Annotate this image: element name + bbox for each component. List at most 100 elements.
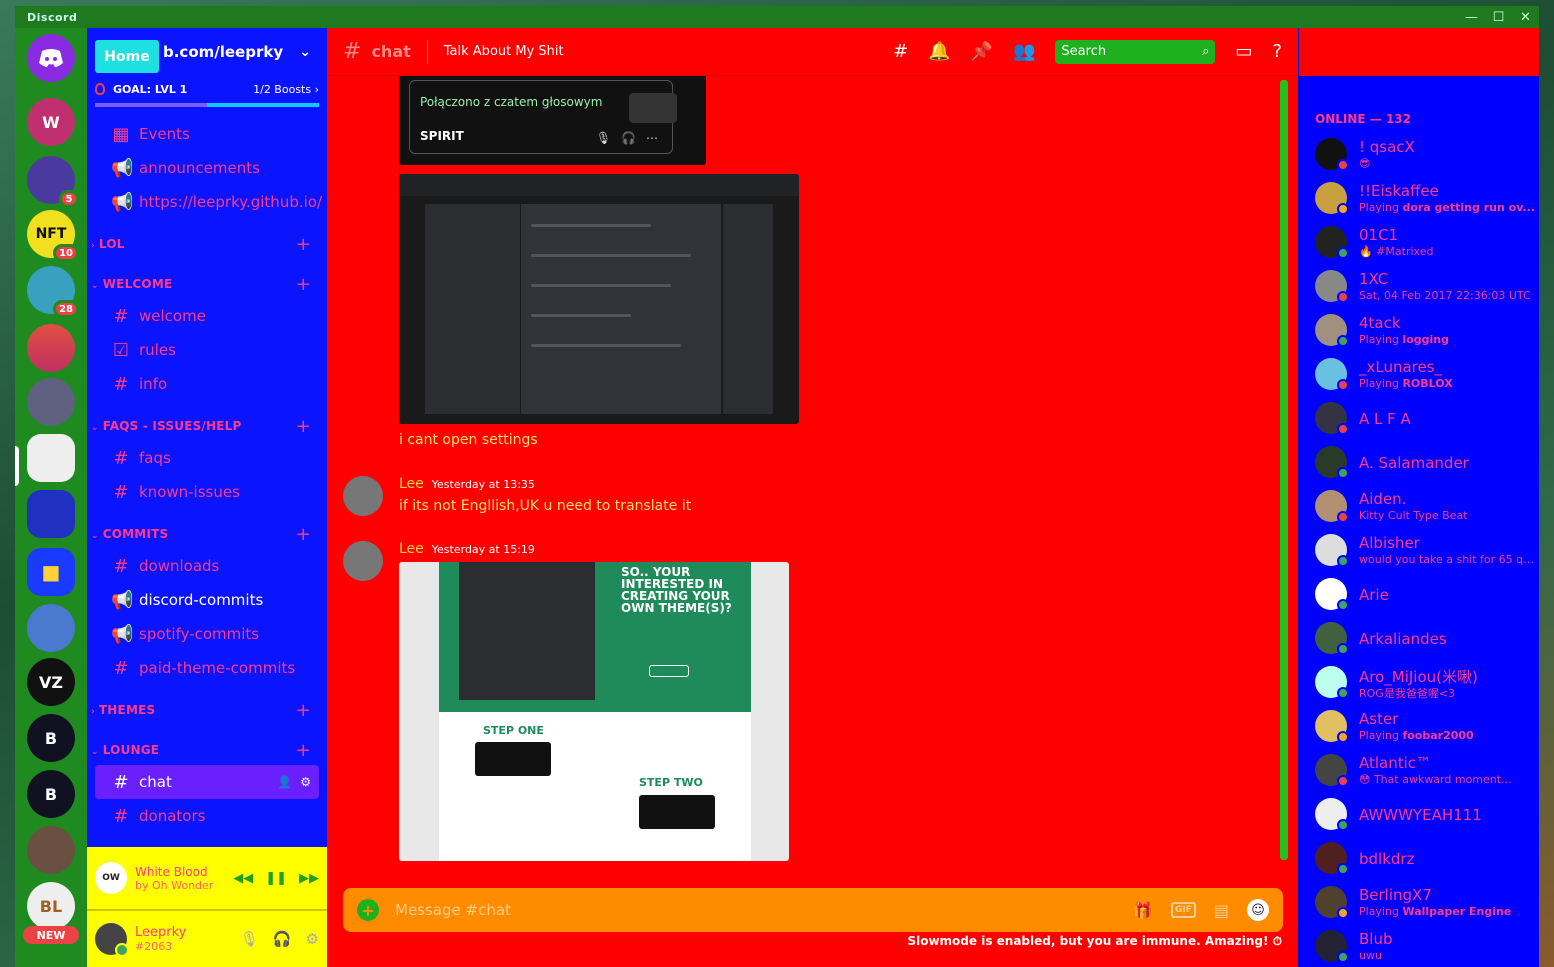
- threads-icon[interactable]: #: [893, 41, 908, 62]
- sidebar-item[interactable]: ▦ Events: [95, 117, 319, 151]
- category-header[interactable]: ⌄ WELCOME +: [87, 259, 327, 299]
- add-channel-icon[interactable]: +: [296, 702, 311, 720]
- close-button[interactable]: ✕: [1512, 6, 1539, 28]
- members-icon[interactable]: 👥: [1013, 41, 1035, 62]
- microphone-icon[interactable]: 🎙: [240, 930, 259, 948]
- bell-icon[interactable]: 🔔: [928, 41, 950, 62]
- voice-screenshot-attachment[interactable]: Połączono z czatem głosowym SPIRIT 🎙 🎧 ⋯: [399, 76, 706, 165]
- member-item[interactable]: 01C1 🔥 #Matrixed: [1315, 224, 1535, 268]
- server-icon[interactable]: B: [27, 770, 75, 818]
- channel-topic[interactable]: Talk About My Shit: [444, 44, 564, 59]
- member-item[interactable]: Blub uwu: [1315, 928, 1535, 967]
- gift-icon[interactable]: 🎁: [1133, 901, 1153, 920]
- channel-downloads[interactable]: # downloads: [95, 549, 319, 583]
- member-item[interactable]: Aiden. Kitty Cult Type Beat: [1315, 488, 1535, 532]
- maximize-button[interactable]: ☐: [1485, 6, 1512, 28]
- upload-plus-icon[interactable]: +: [357, 899, 379, 921]
- add-channel-icon[interactable]: +: [296, 418, 311, 436]
- previous-track-icon[interactable]: ◀◀: [233, 871, 253, 886]
- channel-chat[interactable]: # chat 👤 ⚙: [95, 765, 319, 799]
- username[interactable]: Leeprky: [135, 925, 186, 940]
- channel-info[interactable]: # info: [95, 367, 319, 401]
- server-icon[interactable]: VZ: [27, 658, 75, 706]
- sticker-icon[interactable]: ▤: [1214, 901, 1229, 920]
- server-icon[interactable]: [27, 378, 75, 426]
- server-icon[interactable]: [27, 604, 75, 652]
- server-icon[interactable]: [27, 826, 75, 874]
- message-author[interactable]: Lee: [399, 476, 424, 492]
- member-item[interactable]: AWWWYEAH111: [1315, 796, 1535, 840]
- server-icon[interactable]: B: [27, 714, 75, 762]
- invite-icon[interactable]: 👤: [277, 775, 292, 789]
- member-item[interactable]: _xLunares_ Playing ROBLOX: [1315, 356, 1535, 400]
- server-icon[interactable]: 5: [27, 156, 79, 208]
- server-icon[interactable]: W: [27, 98, 75, 146]
- message-input[interactable]: Message #chat: [395, 901, 511, 919]
- server-icon[interactable]: 28: [27, 266, 79, 318]
- member-item[interactable]: 4tack Playing logging: [1315, 312, 1535, 356]
- scrollbar-thumb[interactable]: [1280, 80, 1288, 860]
- channel-welcome[interactable]: # welcome: [95, 299, 319, 333]
- theme-guide-attachment[interactable]: SO.. YOUR INTERESTED IN CREATING YOUR OW…: [399, 562, 789, 861]
- gear-icon[interactable]: ⚙: [306, 930, 319, 948]
- category-header[interactable]: ⌄ FAQS - ISSUES/HELP +: [87, 401, 327, 441]
- member-item[interactable]: Aro_MiJiou(米啾) ROG是我爸爸喔<3: [1315, 664, 1535, 708]
- member-item[interactable]: !!Eiskaffee Playing dora getting run ov..…: [1315, 180, 1535, 224]
- channel-paid-theme-commits[interactable]: # paid-theme-commits: [95, 651, 319, 685]
- headphones-icon[interactable]: 🎧: [273, 930, 292, 948]
- help-icon[interactable]: ?: [1272, 41, 1282, 62]
- avatar[interactable]: [343, 541, 383, 581]
- next-track-icon[interactable]: ▶▶: [299, 871, 319, 886]
- sidebar-item[interactable]: 📢 https://leeprky.github.io/: [95, 185, 322, 219]
- inbox-icon[interactable]: ▭: [1235, 41, 1252, 62]
- server-icon[interactable]: [27, 324, 75, 372]
- member-item[interactable]: Aster Playing foobar2000: [1315, 708, 1535, 752]
- member-item[interactable]: Arkaliandes: [1315, 620, 1535, 664]
- channel-donators[interactable]: # donators: [95, 799, 319, 833]
- member-item[interactable]: bdlkdrz: [1315, 840, 1535, 884]
- gif-button[interactable]: GIF: [1170, 902, 1196, 918]
- message-composer[interactable]: + Message #chat 🎁 GIF ▤ ☺: [343, 888, 1283, 932]
- search-input[interactable]: Search ⌕: [1055, 39, 1216, 64]
- channel-known-issues[interactable]: # known-issues: [95, 475, 319, 509]
- track-title[interactable]: White Blood: [135, 865, 213, 879]
- category-header[interactable]: › THEMES +: [87, 685, 327, 725]
- discord-home-button[interactable]: [27, 34, 75, 82]
- discord-screenshot-attachment[interactable]: [399, 174, 799, 424]
- channel-rules[interactable]: ☑ rules: [95, 333, 319, 367]
- avatar[interactable]: [343, 476, 383, 516]
- add-channel-icon[interactable]: +: [296, 742, 311, 760]
- server-icon[interactable]: NFT 10: [27, 210, 79, 262]
- member-item[interactable]: A L F A: [1315, 400, 1535, 444]
- track-artist[interactable]: by Oh Wonder: [135, 879, 213, 892]
- emoji-icon[interactable]: ☺: [1247, 899, 1269, 921]
- member-item[interactable]: 1XC Sat, 04 Feb 2017 22:36:03 UTC: [1315, 268, 1535, 312]
- member-item[interactable]: Atlantic™ 😳 That awkward moment...: [1315, 752, 1535, 796]
- add-channel-icon[interactable]: +: [296, 526, 311, 544]
- pin-icon[interactable]: 📌: [971, 41, 993, 62]
- channel-discord-commits[interactable]: 📢 discord-commits: [95, 583, 319, 617]
- pause-icon[interactable]: ❚❚: [265, 871, 287, 886]
- user-avatar[interactable]: [95, 923, 129, 957]
- folder-icon[interactable]: ■: [27, 548, 75, 596]
- add-channel-icon[interactable]: +: [296, 276, 311, 294]
- category-header[interactable]: ⌄ COMMITS +: [87, 509, 327, 549]
- boost-goal[interactable]: GOAL: LVL 1 1/2 Boosts ›: [87, 75, 327, 103]
- server-folder[interactable]: [27, 490, 75, 538]
- server-icon[interactable]: BL: [27, 882, 75, 930]
- member-item[interactable]: ! qsacX 😎: [1315, 136, 1535, 180]
- add-channel-icon[interactable]: +: [296, 236, 311, 254]
- gear-icon[interactable]: ⚙: [300, 775, 311, 789]
- category-header[interactable]: › LOL +: [87, 219, 327, 259]
- minimize-button[interactable]: —: [1458, 6, 1485, 28]
- member-item[interactable]: Albisher would you take a shit for 65 qu.…: [1315, 532, 1535, 576]
- sidebar-item[interactable]: 📢 announcements: [95, 151, 319, 185]
- member-item[interactable]: A. Salamander: [1315, 444, 1535, 488]
- member-item[interactable]: BerlingX7 Playing Wallpaper Engine: [1315, 884, 1535, 928]
- member-item[interactable]: Arie: [1315, 576, 1535, 620]
- scrollbar[interactable]: [1280, 80, 1288, 860]
- channel-spotify-commits[interactable]: 📢 spotify-commits: [95, 617, 319, 651]
- server-icon[interactable]: [27, 434, 75, 482]
- channel-faqs[interactable]: # faqs: [95, 441, 319, 475]
- message-author[interactable]: Lee: [399, 541, 424, 557]
